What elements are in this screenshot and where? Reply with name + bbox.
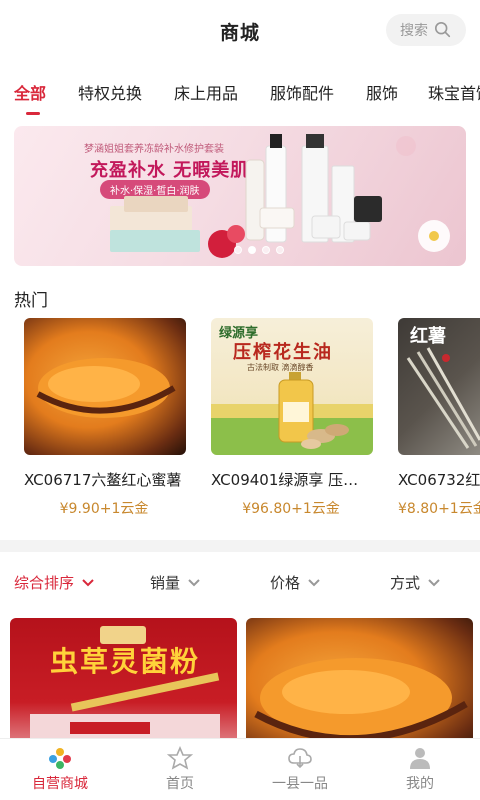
hot-item-name: XC09401绿源享 压榨花生油 — [211, 471, 371, 489]
banner-dot[interactable] — [262, 246, 270, 254]
sort-comprehensive[interactable]: 综合排序 — [14, 572, 94, 593]
bottom-tab-bar: 自营商城 首页 一县一品 我的 — [0, 738, 480, 800]
sort-label: 价格 — [270, 574, 301, 592]
oil-bottle-illustration — [211, 372, 373, 455]
app-page: { "header": { "title": "商城", "search_lab… — [0, 0, 480, 800]
product-card[interactable] — [246, 618, 473, 758]
sort-label: 销量 — [150, 574, 181, 592]
tab-all[interactable]: 全部 — [14, 80, 46, 104]
tabbar-label: 一县一品 — [272, 776, 328, 792]
sort-bar: 综合排序 销量 价格 方式 — [0, 566, 480, 600]
page-title: 商城 — [219, 21, 260, 44]
cloud-icon — [288, 748, 312, 769]
hot-item-card[interactable]: 绿源享 压榨花生油 古法制取 滴滴醇香 XC09401绿源享 压榨花生油 ¥96… — [211, 318, 373, 518]
promo-banner[interactable]: 梦涵姐姐套养冻龄补水修护套装 充盈补水 无暇美肌 补水·保湿·皙白·润肤 — [14, 126, 466, 266]
sort-price[interactable]: 价格 — [270, 572, 320, 593]
header: 商城 搜索 — [0, 0, 480, 62]
category-tabs: 全部 特权兑换 床上用品 服饰配件 服饰 珠宝首饰 — [0, 74, 480, 114]
hot-item-price: ¥9.90+1云金 — [59, 501, 149, 517]
vermicelli-illustration — [406, 347, 480, 449]
search-icon — [434, 21, 451, 38]
chevron-down-icon — [82, 578, 94, 586]
home-star-icon — [167, 746, 193, 770]
banner-pagination — [234, 246, 284, 254]
search-label: 搜索 — [400, 23, 428, 39]
banner-products-illustration — [110, 134, 450, 258]
tab-bedding[interactable]: 床上用品 — [174, 80, 238, 104]
tabbar-label: 自营商城 — [32, 776, 88, 792]
active-tab-indicator — [26, 112, 40, 115]
user-icon — [410, 748, 430, 769]
sweet-potato-illustration — [254, 658, 468, 743]
sweet-potato-image — [24, 318, 186, 455]
chevron-down-icon — [428, 578, 440, 586]
banner-dot[interactable] — [276, 246, 284, 254]
product-card[interactable]: 虫草灵菌粉 — [10, 618, 237, 758]
mall-icon — [49, 748, 71, 769]
vermicelli-image: 红薯 — [398, 318, 480, 455]
chevron-down-icon — [308, 578, 320, 586]
hot-item-name: XC06717六鳌红心蜜薯 — [24, 471, 182, 489]
tabbar-label: 我的 — [406, 776, 434, 792]
tab-accessories[interactable]: 服饰配件 — [270, 80, 334, 104]
hot-item-card[interactable]: XC06717六鳌红心蜜薯 ¥9.90+1云金 — [24, 318, 186, 518]
tabbar-item-mine[interactable]: 我的 — [360, 739, 480, 800]
hot-item-name: XC06732红薯粉丝 — [398, 471, 480, 489]
tab-apparel[interactable]: 服饰 — [366, 80, 398, 104]
hot-section-title: 热门 — [14, 291, 48, 311]
section-divider — [0, 540, 480, 552]
tabbar-item-home[interactable]: 首页 — [120, 739, 240, 800]
banner-dot[interactable] — [234, 246, 242, 254]
tabbar-label: 首页 — [166, 776, 194, 792]
sort-sales[interactable]: 销量 — [150, 572, 200, 593]
sort-label: 方式 — [390, 574, 421, 592]
search-button[interactable]: 搜索 — [386, 14, 466, 46]
chevron-down-icon — [188, 578, 200, 586]
sweet-potato-illustration — [36, 358, 176, 418]
banner-dot-active[interactable] — [248, 246, 256, 254]
tab-jewelry[interactable]: 珠宝首饰 — [428, 80, 480, 104]
sort-label: 综合排序 — [14, 574, 75, 592]
tabbar-item-mall[interactable]: 自营商城 — [0, 739, 120, 800]
hot-item-card[interactable]: 红薯 XC06732红薯粉丝 ¥8.80+1云金 — [398, 318, 480, 518]
hot-item-price: ¥96.80+1云金 — [242, 501, 340, 517]
product-box-illustration — [30, 626, 220, 758]
tabbar-item-county[interactable]: 一县一品 — [240, 739, 360, 800]
hot-item-price: ¥8.80+1云金 — [398, 501, 480, 517]
sort-method[interactable]: 方式 — [390, 572, 440, 593]
tab-privilege[interactable]: 特权兑换 — [78, 80, 142, 104]
peanut-oil-image: 绿源享 压榨花生油 古法制取 滴滴醇香 — [211, 318, 373, 455]
